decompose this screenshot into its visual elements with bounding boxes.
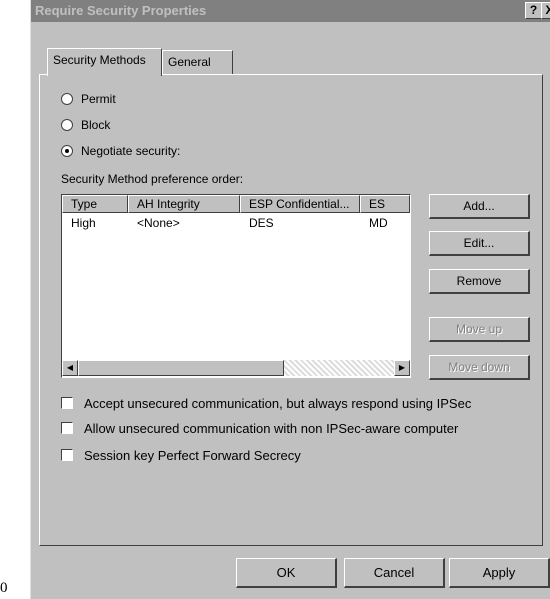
accept-unsecured-checkbox[interactable]: [61, 397, 73, 409]
pfs-option[interactable]: Session key Perfect Forward Secrecy: [61, 446, 301, 464]
add-button[interactable]: Add...: [429, 194, 530, 219]
preference-order-caption: Security Method preference order:: [61, 172, 244, 186]
permit-option[interactable]: Permit: [61, 90, 116, 108]
allow-unsecured-option[interactable]: Allow unsecured communication with non I…: [61, 419, 458, 437]
negotiate-label: Negotiate security:: [81, 144, 181, 158]
accept-unsecured-label: Accept unsecured communication, but alwa…: [84, 395, 472, 411]
negotiate-option[interactable]: Negotiate security:: [61, 142, 180, 160]
column-header-esp-confidentiality[interactable]: ESP Confidential...: [240, 195, 360, 213]
window-title: Require Security Properties: [35, 3, 207, 18]
allow-unsecured-checkbox[interactable]: [61, 422, 73, 434]
tab-general[interactable]: General: [162, 50, 233, 74]
permit-radio[interactable]: [61, 93, 73, 105]
help-button[interactable]: ?: [525, 2, 542, 19]
cell-esp-confidentiality: DES: [249, 216, 274, 230]
accept-unsecured-option[interactable]: Accept unsecured communication, but alwa…: [61, 394, 471, 412]
tab-label: Security Methods: [53, 53, 146, 67]
block-label: Block: [81, 118, 111, 132]
table-row[interactable]: High <None> DES MD: [62, 215, 400, 231]
list-header: Type AH Integrity ESP Confidential... ES: [62, 195, 410, 213]
radio-selected-dot: [65, 149, 69, 153]
ok-button[interactable]: OK: [236, 558, 337, 588]
allow-unsecured-label: Allow unsecured communication with non I…: [84, 420, 459, 436]
permit-label: Permit: [81, 92, 116, 106]
security-methods-list[interactable]: Type AH Integrity ESP Confidential... ES…: [61, 194, 411, 378]
stray-glyph: 0: [0, 580, 8, 596]
column-header-type[interactable]: Type: [62, 195, 128, 213]
close-button[interactable]: X: [541, 2, 550, 19]
block-option[interactable]: Block: [61, 116, 110, 134]
cell-esp-integrity: MD: [369, 216, 388, 230]
cell-type: High: [71, 216, 96, 230]
horizontal-scrollbar[interactable]: ◀ ▶: [62, 360, 410, 377]
scroll-thumb[interactable]: [78, 360, 284, 376]
pfs-label: Session key Perfect Forward Secrecy: [84, 447, 301, 463]
pfs-checkbox[interactable]: [61, 449, 73, 461]
tab-security-methods[interactable]: Security Methods: [47, 48, 162, 76]
tab-label: General: [168, 55, 211, 69]
close-icon: X: [545, 3, 550, 17]
column-header-ah-integrity[interactable]: AH Integrity: [128, 195, 240, 213]
question-icon: ?: [529, 3, 538, 17]
cancel-button[interactable]: Cancel: [344, 558, 445, 588]
scroll-left-arrow-icon[interactable]: ◀: [62, 360, 78, 376]
move-down-button[interactable]: Move down: [429, 355, 530, 380]
title-bar[interactable]: Require Security Properties ? X: [31, 0, 550, 22]
properties-dialog: Require Security Properties ? X Security…: [30, 0, 550, 599]
remove-button[interactable]: Remove: [429, 269, 530, 294]
apply-button[interactable]: Apply: [449, 558, 550, 588]
block-radio[interactable]: [61, 119, 73, 131]
cell-ah-integrity: <None>: [137, 216, 180, 230]
negotiate-radio[interactable]: [61, 145, 73, 157]
edit-button[interactable]: Edit...: [429, 231, 530, 256]
column-header-esp-integrity[interactable]: ES: [360, 195, 410, 213]
move-up-button[interactable]: Move up: [429, 317, 530, 342]
scroll-right-arrow-icon[interactable]: ▶: [394, 360, 410, 376]
